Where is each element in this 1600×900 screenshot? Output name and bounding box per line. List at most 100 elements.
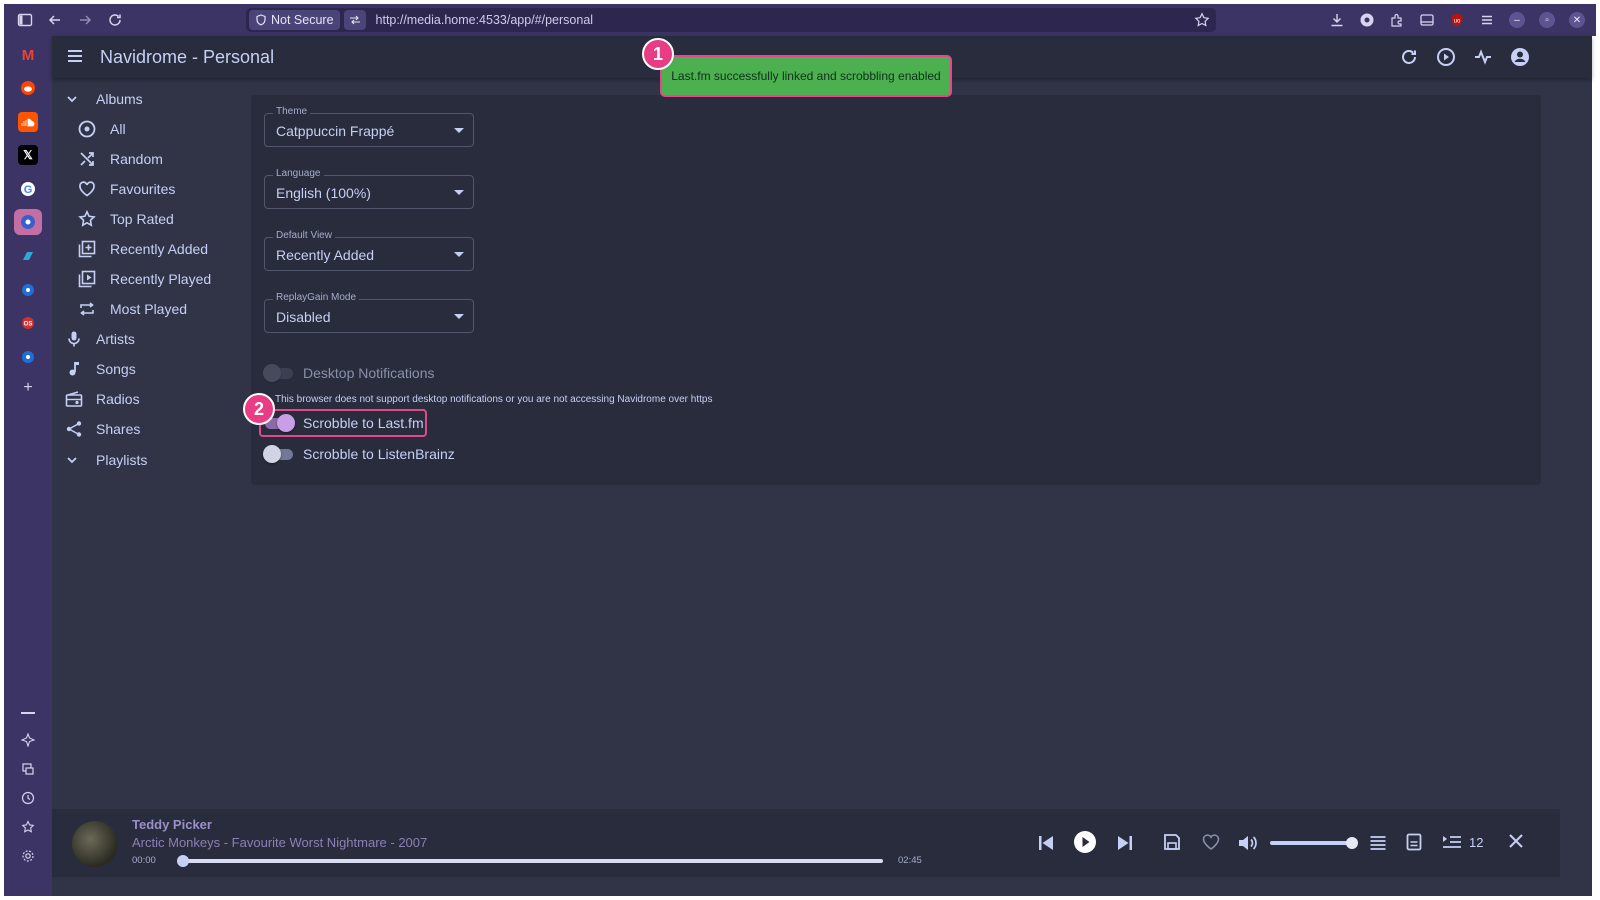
language-label: Language xyxy=(273,168,324,179)
refresh-icon[interactable] xyxy=(1398,46,1420,68)
chevron-down-icon xyxy=(64,91,80,107)
downloads-icon[interactable] xyxy=(1322,4,1352,36)
success-toast: Last.fm successfully linked and scrobbli… xyxy=(660,55,952,97)
playlist-lines-icon[interactable] xyxy=(1368,832,1388,852)
menu-icon[interactable] xyxy=(1472,4,1502,36)
app-icon-blue[interactable] xyxy=(18,280,38,300)
extensions-icon[interactable] xyxy=(1382,4,1412,36)
skip-previous-icon[interactable] xyxy=(1035,832,1057,854)
desktop-notifications-switch[interactable] xyxy=(263,363,295,383)
tracking-protection-icon[interactable] xyxy=(343,10,366,30)
favourite-heart-icon[interactable] xyxy=(1201,832,1221,852)
save-queue-icon[interactable] xyxy=(1162,832,1182,852)
hamburger-menu-icon[interactable] xyxy=(64,45,86,67)
chevron-down-icon xyxy=(64,452,80,468)
close-player-icon[interactable] xyxy=(1507,832,1525,850)
bookmark-star-icon[interactable] xyxy=(1194,12,1210,28)
volume-handle[interactable] xyxy=(1346,837,1358,849)
album-icon xyxy=(78,120,96,138)
google-icon[interactable]: G xyxy=(18,179,38,199)
security-indicator[interactable]: Not Secure xyxy=(249,10,340,30)
account-circle-icon[interactable] xyxy=(1509,46,1531,68)
sidebar-item-label: Random xyxy=(110,151,163,167)
url-text[interactable]: http://media.home:4533/app/#/personal xyxy=(376,13,594,27)
account-icon[interactable] xyxy=(1352,4,1382,36)
bookmark-app-icon[interactable] xyxy=(18,246,38,266)
queue-icon[interactable] xyxy=(1441,832,1463,852)
close-window-icon[interactable]: ✕ xyxy=(1569,12,1585,28)
sidebar-item-most-played[interactable]: Most Played xyxy=(52,294,248,324)
annotation-callout-2: 2 xyxy=(243,393,275,425)
history-icon[interactable] xyxy=(18,788,38,808)
personal-settings-card: Theme Catppuccin Frappé Language English… xyxy=(251,95,1541,485)
album-cover[interactable] xyxy=(72,821,118,867)
play-queue-icon[interactable] xyxy=(1435,46,1457,68)
track-title[interactable]: Teddy Picker xyxy=(132,817,212,832)
bookmarks-icon[interactable] xyxy=(18,817,38,837)
sidebar-item-random[interactable]: Random xyxy=(52,144,248,174)
ai-chat-icon[interactable] xyxy=(18,730,38,750)
back-icon[interactable] xyxy=(40,4,70,36)
gmail-icon[interactable]: M xyxy=(18,45,38,65)
sidebar-item-label: Recently Played xyxy=(110,271,212,287)
add-panel-icon[interactable]: + xyxy=(18,378,38,398)
sidebar-item-label: Artists xyxy=(96,331,135,347)
music-note-icon xyxy=(65,360,83,378)
x-twitter-icon[interactable]: 𝕏 xyxy=(18,145,38,165)
track-subtitle[interactable]: Arctic Monkeys - Favourite Worst Nightma… xyxy=(132,835,427,850)
maximize-icon[interactable]: ▫ xyxy=(1539,12,1555,28)
shield-icon xyxy=(256,14,266,26)
default-view-select[interactable]: Default View Recently Added xyxy=(264,230,474,271)
sidebar-item-songs[interactable]: Songs xyxy=(52,354,248,384)
sidebar-item-favourites[interactable]: Favourites xyxy=(52,174,248,204)
sidebar-item-recently-played[interactable]: Recently Played xyxy=(52,264,248,294)
repeat-icon xyxy=(78,300,96,318)
toast-message: Last.fm successfully linked and scrobbli… xyxy=(671,69,941,83)
sidebar-item-artists[interactable]: Artists xyxy=(52,324,248,354)
nav-playlists-group[interactable]: Playlists xyxy=(52,445,248,475)
svg-text:uo: uo xyxy=(1454,19,1461,25)
navidrome-icon[interactable] xyxy=(14,209,42,235)
sidebar-view-icon[interactable] xyxy=(1412,4,1442,36)
default-view-label: Default View xyxy=(273,230,335,241)
synced-tabs-icon[interactable] xyxy=(18,759,38,779)
volume-icon[interactable] xyxy=(1236,832,1258,854)
language-value: English (100%) xyxy=(276,185,371,201)
browser-toolbar: Not Secure http://media.home:4533/app/#/… xyxy=(4,4,1596,36)
sidebar-item-shares[interactable]: Shares xyxy=(52,414,248,444)
sidebar-item-all[interactable]: All xyxy=(52,114,248,144)
sidebar-toggle-icon[interactable] xyxy=(10,4,40,36)
volume-slider[interactable] xyxy=(1270,837,1358,849)
lyrics-icon[interactable] xyxy=(1404,832,1424,852)
share-icon xyxy=(65,420,83,438)
progress-handle[interactable] xyxy=(177,855,189,867)
reddit-icon[interactable] xyxy=(18,78,38,98)
play-icon[interactable] xyxy=(1073,830,1097,854)
progress-bar[interactable] xyxy=(177,855,883,867)
skip-next-icon[interactable] xyxy=(1114,832,1136,854)
language-select[interactable]: Language English (100%) xyxy=(264,168,474,209)
ublock-icon[interactable]: uo xyxy=(1442,4,1472,36)
app-icon-blue-2[interactable] xyxy=(18,347,38,367)
shuffle-icon xyxy=(78,150,96,168)
settings-gear-icon[interactable] xyxy=(18,846,38,866)
sidebar-item-top-rated[interactable]: Top Rated xyxy=(52,204,248,234)
nav-albums-group[interactable]: Albums xyxy=(52,84,248,114)
svg-text:G: G xyxy=(24,184,33,196)
soundcloud-icon[interactable] xyxy=(18,112,38,132)
svg-text:OS: OS xyxy=(24,322,33,328)
annotation-highlight-box xyxy=(259,409,427,437)
scrobble-listenbrainz-switch[interactable] xyxy=(263,444,295,464)
forward-icon[interactable] xyxy=(70,4,100,36)
activity-icon[interactable] xyxy=(1472,46,1494,68)
address-bar[interactable]: Not Secure http://media.home:4533/app/#/… xyxy=(246,8,1216,32)
app-icon-red[interactable]: OS xyxy=(18,313,38,333)
nav-albums-label: Albums xyxy=(96,91,143,107)
minimize-icon[interactable]: – xyxy=(1509,12,1525,28)
reload-icon[interactable] xyxy=(100,4,130,36)
sidebar-item-recently-added[interactable]: Recently Added xyxy=(52,234,248,264)
replaygain-select[interactable]: ReplayGain Mode Disabled xyxy=(264,292,474,333)
theme-select[interactable]: Theme Catppuccin Frappé xyxy=(264,106,474,147)
sidebar-item-label: Recently Added xyxy=(110,241,209,257)
sidebar-item-radios[interactable]: Radios xyxy=(52,384,248,414)
